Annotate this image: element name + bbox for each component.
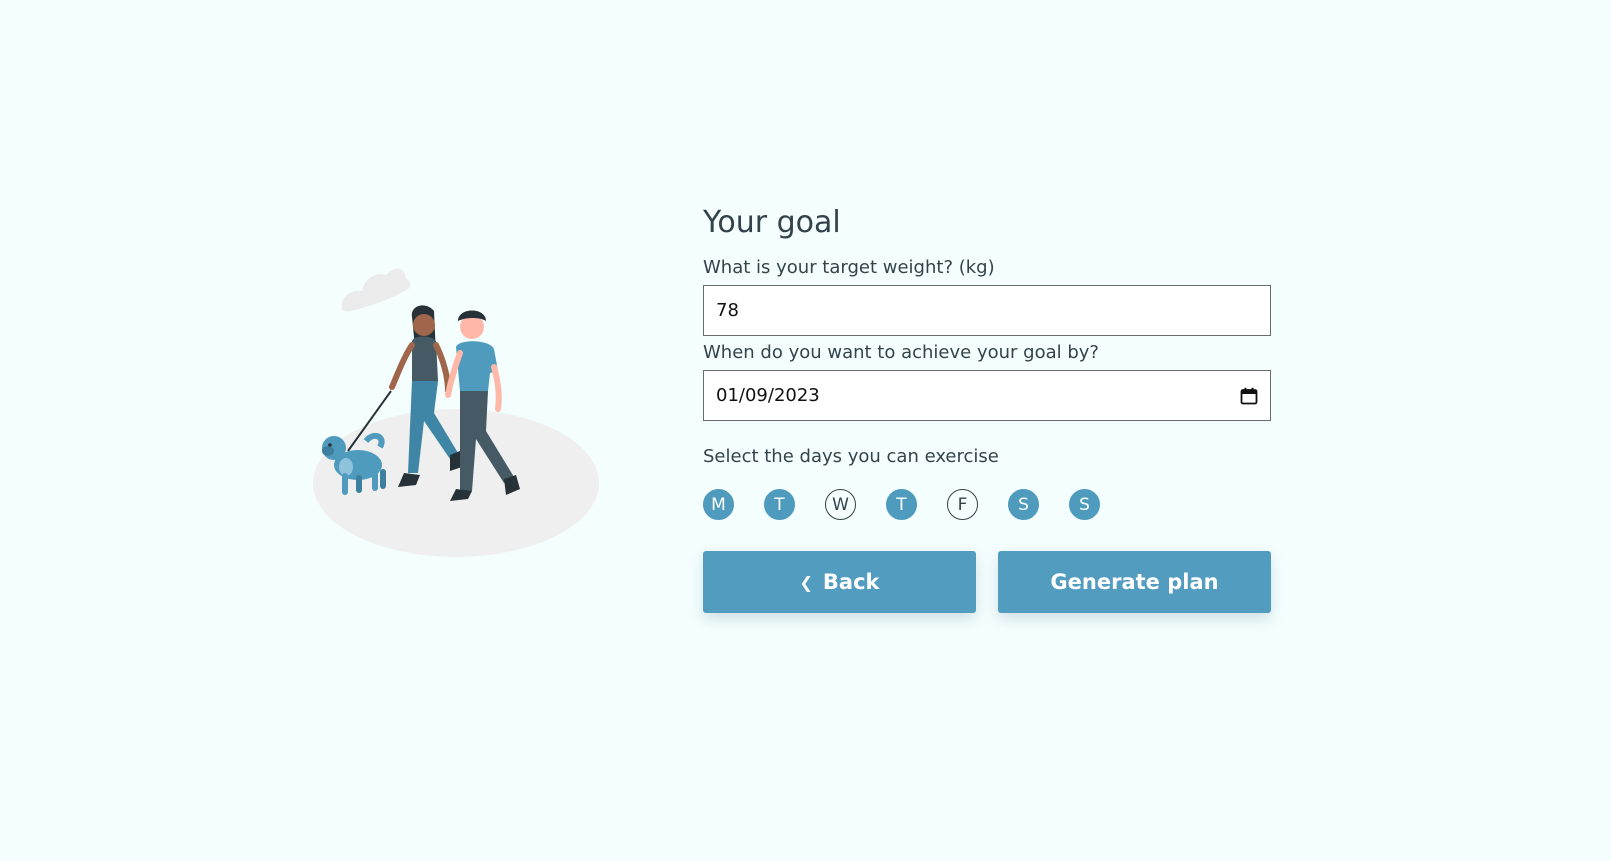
day-toggle[interactable]: T bbox=[764, 489, 795, 520]
goal-page: Your goal What is your target weight? (k… bbox=[0, 0, 1611, 861]
goal-form: Your goal What is your target weight? (k… bbox=[703, 203, 1271, 613]
calendar-icon[interactable] bbox=[1240, 387, 1258, 405]
exercise-days-label: Select the days you can exercise bbox=[703, 446, 999, 467]
exercise-days-selector: MTWTFSS bbox=[703, 489, 1271, 520]
goal-date-input[interactable]: 01/09/2023 bbox=[703, 370, 1271, 421]
form-actions: ❮ Back Generate plan bbox=[703, 551, 1271, 613]
generate-plan-button[interactable]: Generate plan bbox=[998, 551, 1271, 613]
day-toggle[interactable]: T bbox=[886, 489, 917, 520]
day-toggle[interactable]: F bbox=[947, 489, 978, 520]
generate-plan-button-label: Generate plan bbox=[1050, 570, 1219, 594]
day-toggle[interactable]: W bbox=[825, 489, 856, 520]
back-button-label: Back bbox=[822, 570, 880, 594]
day-toggle[interactable]: S bbox=[1069, 489, 1100, 520]
people-walking-dog-illustration bbox=[313, 268, 599, 557]
goal-date-value: 01/09/2023 bbox=[716, 385, 820, 406]
target-weight-input[interactable]: 78 bbox=[703, 285, 1271, 336]
chevron-left-icon: ❮ bbox=[799, 572, 813, 592]
target-weight-value: 78 bbox=[716, 300, 739, 321]
goal-date-label: When do you want to achieve your goal by… bbox=[703, 342, 1099, 363]
target-weight-label: What is your target weight? (kg) bbox=[703, 257, 995, 278]
back-button[interactable]: ❮ Back bbox=[703, 551, 976, 613]
day-toggle[interactable]: S bbox=[1008, 489, 1039, 520]
day-toggle[interactable]: M bbox=[703, 489, 734, 520]
page-title: Your goal bbox=[703, 205, 841, 240]
